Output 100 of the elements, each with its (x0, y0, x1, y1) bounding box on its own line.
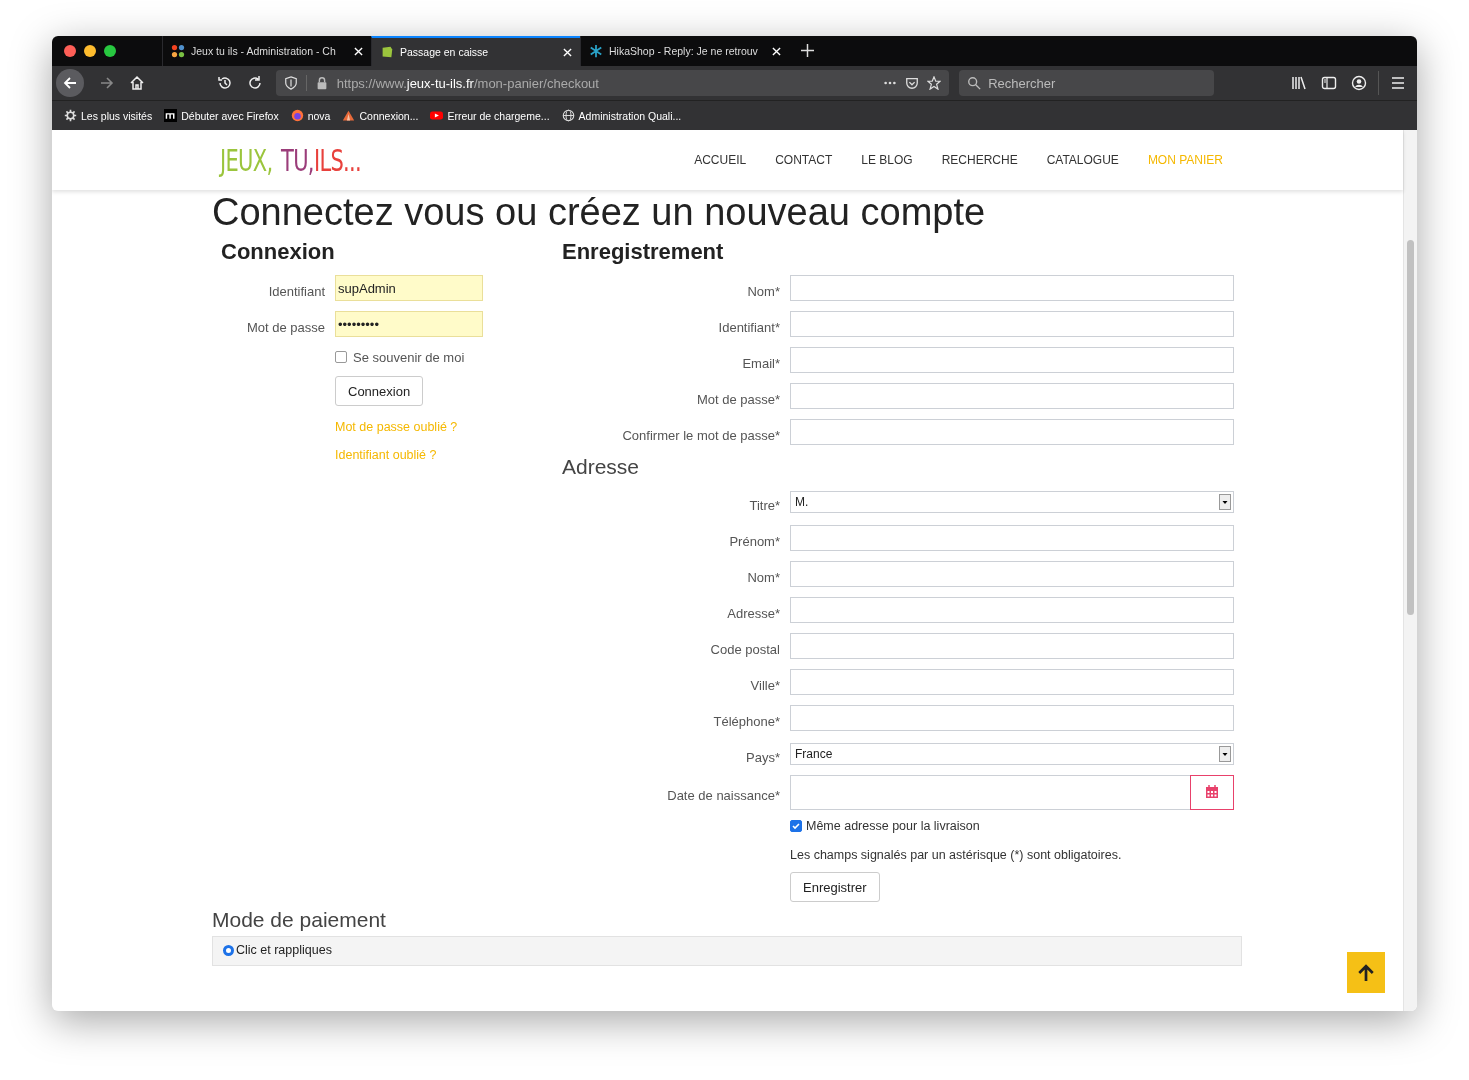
asterisk-icon (589, 44, 603, 58)
bookmark-item[interactable]: nova (290, 109, 331, 122)
search-field[interactable]: Rechercher (959, 70, 1215, 96)
gear-icon (64, 109, 77, 122)
nav-link[interactable]: CONTACT (775, 153, 833, 167)
close-icon[interactable] (354, 46, 363, 56)
nav-link[interactable]: LE BLOG (861, 153, 913, 167)
field-label: Nom* (746, 282, 781, 299)
pocket-icon[interactable] (905, 76, 920, 90)
field-label: Pays* (745, 748, 781, 765)
bookmark-item[interactable]: Erreur de chargeme... (430, 109, 550, 122)
text-field[interactable] (790, 383, 1234, 409)
checkbox-label: Même adresse pour la livraison (806, 819, 980, 833)
cube-icon (380, 45, 394, 59)
same-address-checkbox[interactable]: Même adresse pour la livraison (790, 812, 980, 840)
field-label: Titre* (748, 496, 781, 513)
text-field[interactable] (790, 419, 1234, 445)
field-label: Prénom* (728, 532, 781, 549)
section-heading: Connexion (220, 238, 336, 266)
calendar-button[interactable] (1190, 774, 1234, 810)
checkbox[interactable] (335, 351, 347, 363)
back-icon (61, 75, 78, 91)
triangle-icon (342, 109, 356, 122)
favicon-icon (290, 109, 304, 122)
field-label: Code postal (709, 640, 781, 657)
section-heading: Enregistrement (562, 238, 725, 266)
browser-tab[interactable]: Passage en caisse (371, 36, 580, 66)
field-label: Mot de passe* (695, 390, 781, 407)
nav-link[interactable]: ACCUEIL (694, 153, 747, 167)
account-icon[interactable] (1351, 75, 1367, 91)
select-field[interactable]: France (790, 743, 1234, 765)
text-field[interactable] (790, 705, 1234, 731)
field-label: Identifiant (267, 282, 326, 299)
register-button[interactable]: Enregistrer (790, 872, 880, 902)
text-field[interactable] (790, 633, 1234, 659)
text-field[interactable] (790, 525, 1234, 551)
login-button[interactable]: Connexion (335, 376, 424, 406)
password-field[interactable]: ••••••••• (335, 311, 483, 337)
play-icon (430, 109, 444, 122)
bookmark-item[interactable]: Débuter avec Firefox (164, 109, 279, 122)
url-text: https://www.jeux-tu-ils.fr/mon-panier/checkout (336, 75, 600, 91)
bookmark-item[interactable]: Les plus visités (64, 109, 153, 122)
field-label: Mot de passe (245, 318, 326, 335)
logo-text[interactable]: TU, (280, 142, 314, 178)
caret-icon (1219, 493, 1231, 511)
section-heading: Adresse (562, 454, 641, 480)
arrow-up-icon (1357, 963, 1375, 982)
field-label: Date de naissance* (666, 786, 781, 803)
field-label: Identifiant* (717, 318, 781, 335)
forward-icon[interactable] (98, 75, 115, 91)
radio-button[interactable] (223, 944, 234, 956)
text-field[interactable] (790, 275, 1234, 301)
close-icon[interactable] (563, 47, 572, 57)
field-label: Nom* (746, 568, 781, 585)
shield-icon[interactable] (283, 76, 298, 90)
text-field[interactable]: supAdmin (335, 275, 483, 301)
text-field[interactable] (790, 597, 1234, 623)
payment-option[interactable]: Clic et rappliques (223, 943, 1231, 957)
globe-icon (561, 109, 575, 122)
home-icon[interactable] (128, 75, 145, 91)
close-icon[interactable] (772, 46, 781, 56)
minimize-window-button[interactable] (84, 45, 96, 57)
field-label: Ville* (749, 676, 781, 693)
remember-checkbox[interactable]: Se souvenir de moi (335, 342, 465, 372)
bookmark-item[interactable]: Administration Quali... (561, 109, 682, 122)
field-label: Confirmer le mot de passe* (621, 426, 781, 443)
star-icon[interactable] (927, 76, 942, 90)
calendar-icon (1205, 785, 1219, 799)
select-field[interactable]: M. (790, 491, 1234, 513)
text-field[interactable] (790, 561, 1234, 587)
text-field[interactable] (790, 347, 1234, 373)
text-field[interactable] (790, 311, 1234, 337)
reload-icon[interactable] (246, 75, 263, 91)
logo-text[interactable]: ILS... (313, 142, 361, 178)
nav-link[interactable]: RECHERCHE (941, 153, 1018, 167)
scrollbar-thumb[interactable] (1407, 240, 1414, 615)
checkbox[interactable] (790, 820, 802, 832)
sidebar-icon[interactable] (1321, 75, 1337, 91)
favicon-icon (164, 109, 178, 122)
date-field[interactable] (790, 774, 1190, 810)
section-heading: Mode de paiement (212, 907, 387, 933)
address-bar[interactable]: https://www.jeux-tu-ils.fr/mon-panier/checkout (275, 70, 950, 96)
close-window-button[interactable] (64, 45, 76, 57)
required-note: Les champs signalés par un astérisque (*) sont obligatoires. (790, 847, 1122, 864)
new-tab-icon[interactable] (801, 44, 814, 57)
bookmark-item[interactable]: Connexion... (342, 109, 419, 122)
history-icon[interactable] (216, 75, 233, 91)
scroll-top-button[interactable] (1347, 952, 1385, 993)
scrollbar[interactable] (1403, 130, 1417, 1011)
back-button[interactable] (56, 69, 84, 97)
nav-link[interactable]: CATALOGUE (1046, 153, 1119, 167)
checkbox-label: Se souvenir de moi (353, 349, 465, 365)
text-field[interactable] (790, 669, 1234, 695)
menu-icon[interactable] (1390, 75, 1406, 91)
page-title: Connectez vous ou créez un nouveau compte (212, 190, 987, 234)
zoom-window-button[interactable] (104, 45, 116, 57)
search-icon (967, 76, 982, 90)
field-label: Téléphone* (712, 712, 781, 729)
caret-icon (1219, 745, 1231, 763)
library-icon[interactable] (1291, 75, 1307, 91)
